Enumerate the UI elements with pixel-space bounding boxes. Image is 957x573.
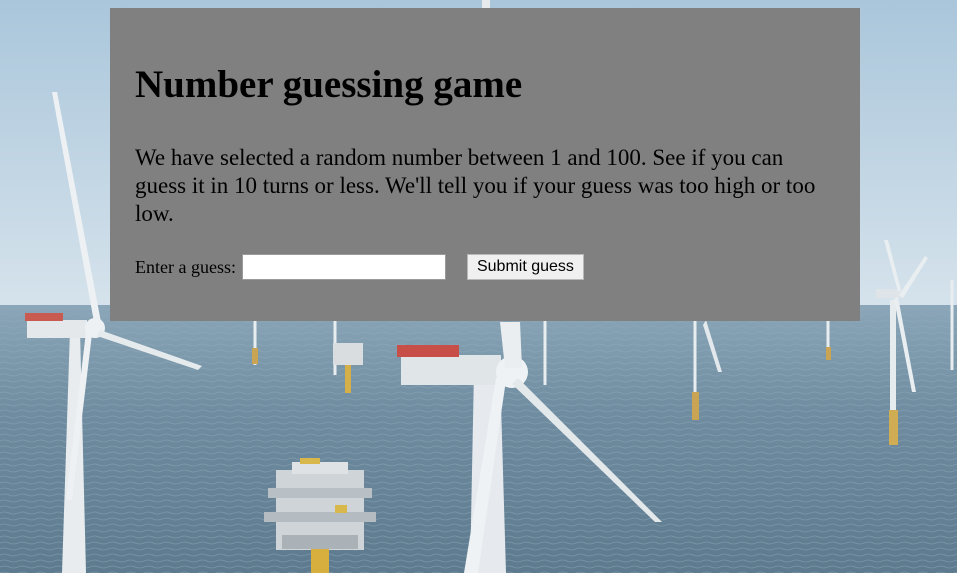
page-title: Number guessing game: [135, 63, 523, 106]
guess-form: Enter a guess: Submit guess: [135, 253, 584, 281]
game-instructions: We have selected a random number between…: [135, 145, 816, 226]
guess-label: Enter a guess:: [135, 256, 236, 277]
game-panel: Number guessing game We have selected a …: [110, 8, 860, 321]
submit-guess-button[interactable]: Submit guess: [466, 254, 584, 280]
guess-input[interactable]: [241, 254, 446, 280]
